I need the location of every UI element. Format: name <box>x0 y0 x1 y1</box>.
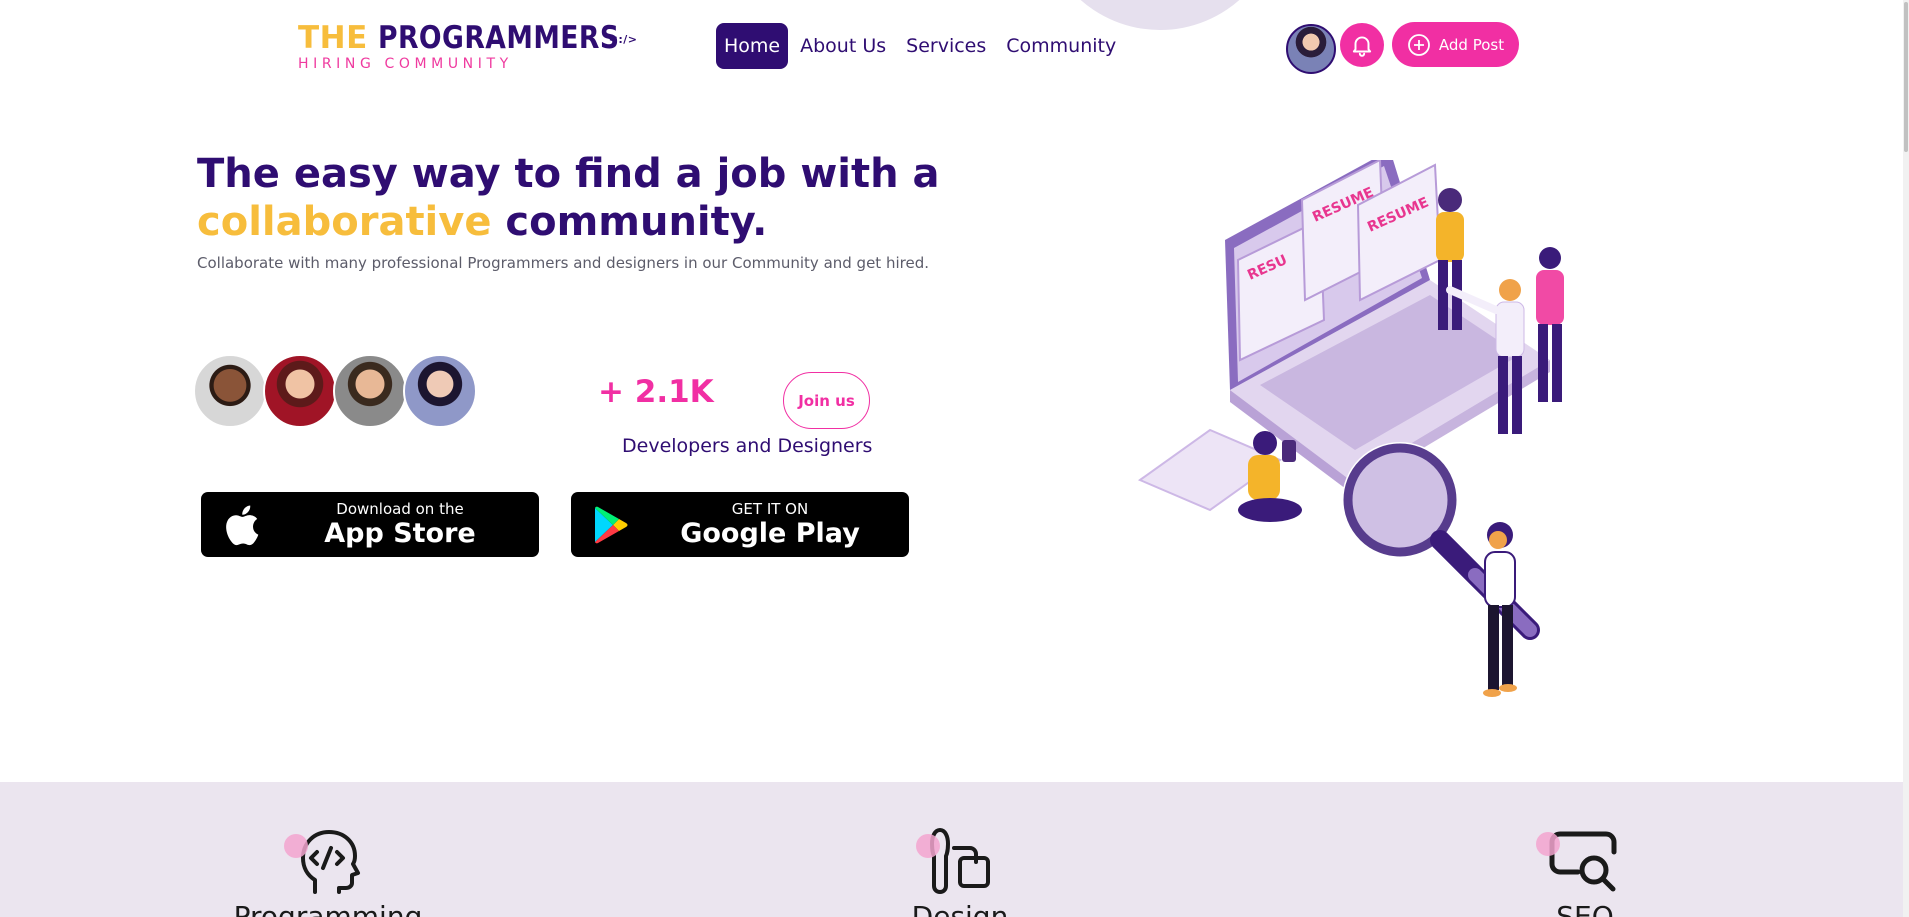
service-programming[interactable]: Programming <box>228 826 428 917</box>
nav-community[interactable]: Community <box>998 23 1124 69</box>
add-post-label: Add Post <box>1438 35 1505 54</box>
member-avatars <box>193 354 477 428</box>
avatar <box>193 354 267 428</box>
apple-icon <box>226 505 259 545</box>
search-bubble-icon <box>1549 831 1617 892</box>
site-logo[interactable]: THE PROGRAMMERS <:/> HIRING COMMUNITY <box>298 20 637 72</box>
hero-subtitle: Collaborate with many professional Progr… <box>197 254 929 272</box>
hiring-illustration: RESU RESUME RESUME <box>1137 160 1564 697</box>
avatar <box>333 354 407 428</box>
page-scrollbar[interactable] <box>1903 0 1909 917</box>
hero-title-accent: collaborative <box>197 199 492 245</box>
hero-title-part2: community. <box>505 199 768 245</box>
user-avatar[interactable] <box>1286 24 1336 74</box>
app-store-badge[interactable]: Download on the App Store <box>201 492 539 557</box>
hero-title-part1: The easy way to find a job with a <box>197 151 940 197</box>
join-us-button[interactable]: Join us <box>783 372 870 429</box>
logo-word-programmers: PROGRAMMERS <box>377 20 620 56</box>
service-label: Design <box>911 900 1009 917</box>
nav-about-us[interactable]: About Us <box>792 23 894 69</box>
app-store-big-text: App Store <box>324 517 476 549</box>
service-design[interactable]: Design <box>870 826 1050 917</box>
app-store-small-text: Download on the <box>336 499 464 518</box>
avatar <box>263 354 337 428</box>
page: THE PROGRAMMERS <:/> HIRING COMMUNITY Ho… <box>0 0 1909 917</box>
google-play-badge[interactable]: GET IT ON Google Play <box>571 492 909 557</box>
nav-services[interactable]: Services <box>898 23 994 69</box>
plus-circle-icon <box>1407 33 1430 56</box>
member-count-label: Developers and Designers <box>622 435 873 457</box>
google-play-icon <box>595 506 628 543</box>
main-nav: Home About Us Services Community <box>716 23 1128 69</box>
bell-icon <box>1352 36 1372 57</box>
service-seo[interactable]: SEO <box>1536 826 1630 917</box>
google-play-big-text: Google Play <box>680 517 860 549</box>
scrollbar-thumb[interactable] <box>1904 2 1908 152</box>
logo-word-the: THE <box>298 20 368 56</box>
add-post-button[interactable]: Add Post <box>1392 22 1519 67</box>
notifications-button[interactable] <box>1340 23 1384 67</box>
hero-title: The easy way to find a job with a collab… <box>197 150 957 246</box>
service-label: Programming <box>233 900 423 917</box>
avatar <box>403 354 477 428</box>
google-play-small-text: GET IT ON <box>731 499 809 518</box>
logo-tagline: HIRING COMMUNITY <box>298 56 513 72</box>
member-count: + 2.1K <box>598 374 714 410</box>
person-pink-shirt <box>1536 247 1564 402</box>
nav-home[interactable]: Home <box>716 23 789 69</box>
service-label: SEO <box>1556 900 1614 917</box>
